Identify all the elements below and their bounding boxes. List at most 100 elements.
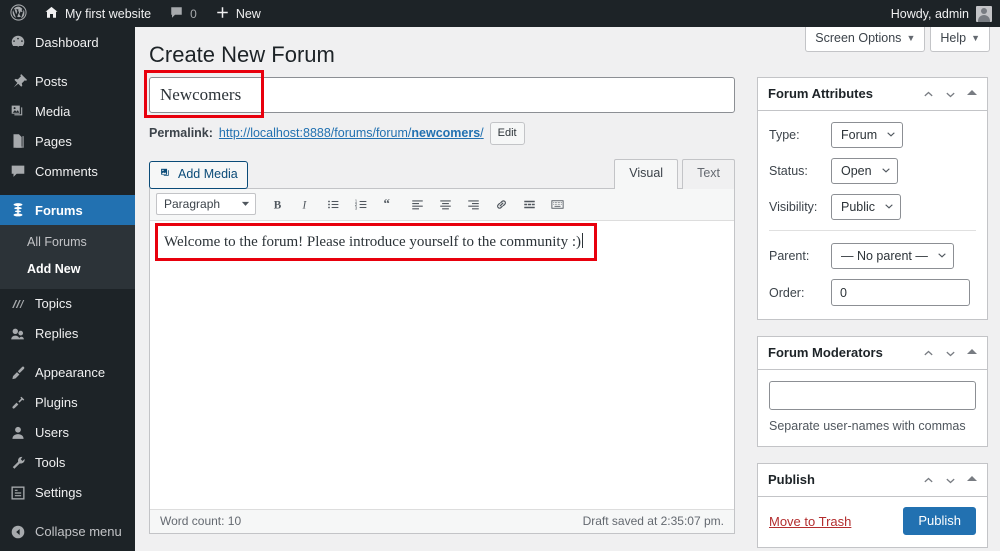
editor-body-wrapper: Welcome to the forum! Please introduce y… [150, 220, 734, 509]
bulleted-list-button[interactable] [320, 192, 346, 216]
publish-button[interactable]: Publish [903, 507, 976, 535]
sidebar-item-label: Media [35, 103, 71, 119]
permalink-row: Permalink: http://localhost:8888/forums/… [149, 122, 735, 145]
collapse-menu-label: Collapse menu [35, 524, 122, 540]
sidebar-item-replies[interactable]: Replies [0, 319, 135, 349]
read-more-button[interactable] [516, 192, 542, 216]
triangle-toggle-icon[interactable] [967, 90, 977, 95]
chevron-down-icon [937, 249, 947, 263]
triangle-toggle-icon[interactable] [967, 349, 977, 354]
sidebar-item-plugins[interactable]: Plugins [0, 388, 135, 418]
editor-content-area[interactable]: Welcome to the forum! Please introduce y… [150, 220, 734, 509]
panel-controls [923, 88, 977, 99]
chevron-up-icon[interactable] [923, 88, 934, 99]
forum-status-value: Open [841, 164, 872, 178]
sidebar-item-forums[interactable]: Forums [0, 195, 143, 225]
align-left-icon [410, 197, 425, 212]
sidebar-item-label: Appearance [35, 365, 106, 381]
svg-text:3: 3 [354, 205, 357, 210]
triangle-toggle-icon[interactable] [967, 476, 977, 481]
forum-status-select[interactable]: Open [831, 158, 898, 184]
chevron-down-icon: ▼ [906, 32, 916, 43]
content-editor: Add Media Visual Text Paragraph B I 1 2 … [149, 159, 735, 534]
sidebar-item-dashboard[interactable]: Dashboard [0, 27, 135, 57]
chevron-up-icon[interactable] [923, 474, 934, 485]
blockquote-button[interactable]: “ [376, 192, 402, 216]
editor-toolbar: Paragraph B I 1 2 3 “ [150, 188, 734, 221]
align-left-button[interactable] [404, 192, 430, 216]
pin-icon [9, 72, 27, 90]
forum-order-value: 0 [840, 285, 847, 300]
side-column: Forum Attributes Type: Forum Status: Ope… [757, 77, 988, 551]
forum-order-input[interactable]: 0 [831, 279, 970, 306]
sidebar-item-tools[interactable]: Tools [0, 448, 135, 478]
comments-bubble-button[interactable]: 0 [160, 0, 206, 27]
editor-status-bar: Word count: 10 Draft saved at 2:35:07 pm… [150, 508, 734, 533]
help-label: Help [940, 31, 967, 45]
forum-visibility-value: Public [841, 200, 876, 214]
help-button[interactable]: Help ▼ [930, 27, 990, 52]
forum-visibility-select[interactable]: Public [831, 194, 902, 220]
chevron-up-icon[interactable] [923, 347, 934, 358]
forum-parent-select[interactable]: — No parent — [831, 243, 954, 269]
sidebar-item-media[interactable]: Media [0, 96, 135, 126]
account-menu[interactable]: Howdy, admin [891, 5, 1000, 22]
align-right-button[interactable] [460, 192, 486, 216]
sidebar-divider [0, 186, 135, 195]
sidebar-divider [0, 508, 135, 517]
forum-parent-value: — No parent — [841, 249, 928, 263]
permalink-label: Permalink: [149, 126, 213, 140]
forum-moderators-panel: Forum Moderators Separate user-names wit… [757, 336, 988, 447]
panel-body: Separate user-names with commas [758, 370, 987, 446]
collapse-menu-button[interactable]: Collapse menu [0, 517, 135, 547]
screen-options-button[interactable]: Screen Options ▼ [805, 27, 926, 52]
forum-title-input[interactable] [149, 77, 735, 113]
moderators-input[interactable] [769, 381, 976, 410]
italic-button[interactable]: I [292, 192, 318, 216]
pages-icon [9, 132, 27, 150]
edit-permalink-button[interactable]: Edit [489, 122, 525, 145]
page-title: Create New Forum [149, 42, 335, 67]
keyboard-shortcuts-icon [550, 197, 565, 212]
forum-type-select[interactable]: Forum [831, 122, 904, 148]
svg-text:“: “ [383, 197, 389, 211]
site-name-button[interactable]: My first website [35, 0, 160, 27]
sidebar-divider [0, 349, 135, 358]
wordpress-logo-button[interactable] [0, 0, 35, 27]
sidebar-item-topics[interactable]: Topics [0, 289, 135, 319]
sidebar-item-label: Pages [35, 133, 72, 149]
forum-order-label: Order: [769, 285, 805, 300]
align-center-button[interactable] [432, 192, 458, 216]
sidebar-item-users[interactable]: Users [0, 418, 135, 448]
submenu-item-all-forums[interactable]: All Forums [0, 229, 135, 256]
tab-visual[interactable]: Visual [614, 159, 679, 189]
editor-content-text: Welcome to the forum! Please introduce y… [164, 233, 582, 250]
post-body-column: Permalink: http://localhost:8888/forums/… [144, 70, 735, 534]
numbered-list-button[interactable]: 1 2 3 [348, 192, 374, 216]
sidebar-item-label: Users [35, 425, 69, 441]
sidebar-item-comments[interactable]: Comments [0, 156, 135, 186]
read-more-icon [522, 197, 537, 212]
insert-link-button[interactable] [488, 192, 514, 216]
plus-icon [215, 5, 230, 23]
new-content-button[interactable]: New [206, 0, 270, 27]
forum-parent-label: Parent: [769, 249, 810, 263]
add-media-button[interactable]: Add Media [149, 161, 248, 189]
chevron-down-icon[interactable] [945, 474, 956, 485]
forum-visibility-row: Visibility: Public [769, 194, 976, 220]
chevron-down-icon[interactable] [945, 347, 956, 358]
chevron-down-icon[interactable] [945, 88, 956, 99]
sidebar-item-pages[interactable]: Pages [0, 126, 135, 156]
bold-button[interactable]: B [264, 192, 290, 216]
sidebar-item-appearance[interactable]: Appearance [0, 358, 135, 388]
move-to-trash-link[interactable]: Move to Trash [769, 514, 851, 529]
tab-text[interactable]: Text [682, 159, 735, 189]
panel-title: Publish [768, 472, 815, 487]
sidebar-item-settings[interactable]: Settings [0, 478, 135, 508]
sidebar-item-posts[interactable]: Posts [0, 66, 135, 96]
publish-panel: Publish Move to Trash Publish [757, 463, 988, 548]
submenu-item-add-new[interactable]: Add New [0, 256, 135, 283]
keyboard-shortcuts-button[interactable] [544, 192, 570, 216]
permalink-link[interactable]: http://localhost:8888/forums/forum/newco… [219, 127, 484, 140]
paragraph-format-select[interactable]: Paragraph [156, 193, 256, 215]
